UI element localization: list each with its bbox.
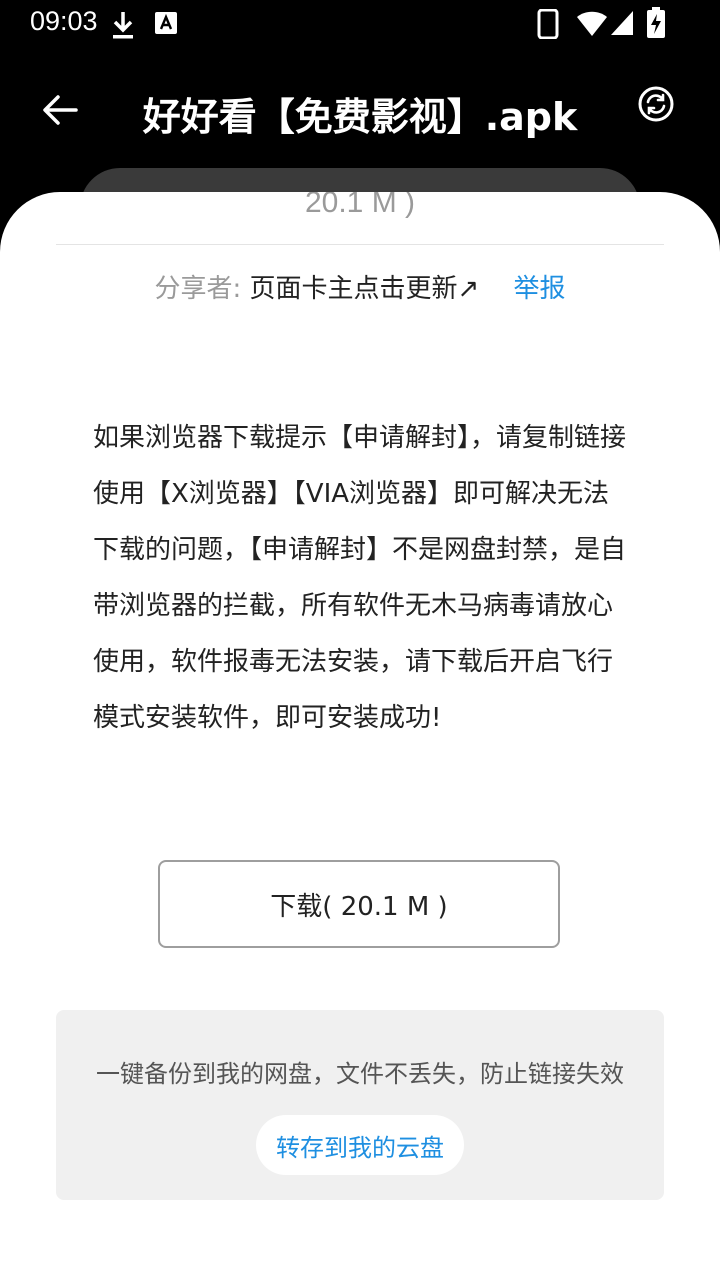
signal-icon <box>611 11 633 35</box>
sharer-label: 分享者: <box>154 274 242 304</box>
wifi-icon <box>577 11 607 36</box>
download-button[interactable]: 下载( 20.1 M ) <box>158 860 560 948</box>
phone-icon <box>537 9 559 39</box>
report-link[interactable]: 举报 <box>514 274 566 304</box>
status-time: 09:03 <box>30 6 98 36</box>
back-arrow-icon[interactable] <box>38 88 82 132</box>
file-size-text: 20.1 M ) <box>304 192 416 219</box>
download-icon <box>113 12 133 39</box>
font-a-icon <box>155 12 177 34</box>
backup-description: 一键备份到我的网盘，文件不丢失，防止链接失效 <box>96 1060 624 1088</box>
download-sheet: 20.1 M ) 分享者: 页面卡主点击更新↗ 举报 如果浏览器下载提示【申请解… <box>0 192 720 1280</box>
refresh-icon[interactable] <box>636 84 676 124</box>
app-bar: 好好看【免费影视】.apk <box>0 48 720 178</box>
divider <box>56 244 664 245</box>
backup-panel: 一键备份到我的网盘，文件不丢失，防止链接失效 转存到我的云盘 <box>56 1010 664 1200</box>
page-title: 好好看【免费影视】.apk <box>142 95 578 139</box>
status-bar: 09:03 <box>0 0 720 48</box>
download-notice: 如果浏览器下载提示【申请解封】，请复制链接使用【X浏览器】【VIA浏览器】即可解… <box>93 423 627 733</box>
sharer-name-link[interactable]: 页面卡主点击更新↗ <box>249 274 479 304</box>
save-to-cloud-button[interactable]: 转存到我的云盘 <box>256 1115 464 1175</box>
sharer-row: 分享者: 页面卡主点击更新↗ 举报 <box>0 268 720 305</box>
battery-charging-icon <box>647 7 665 38</box>
